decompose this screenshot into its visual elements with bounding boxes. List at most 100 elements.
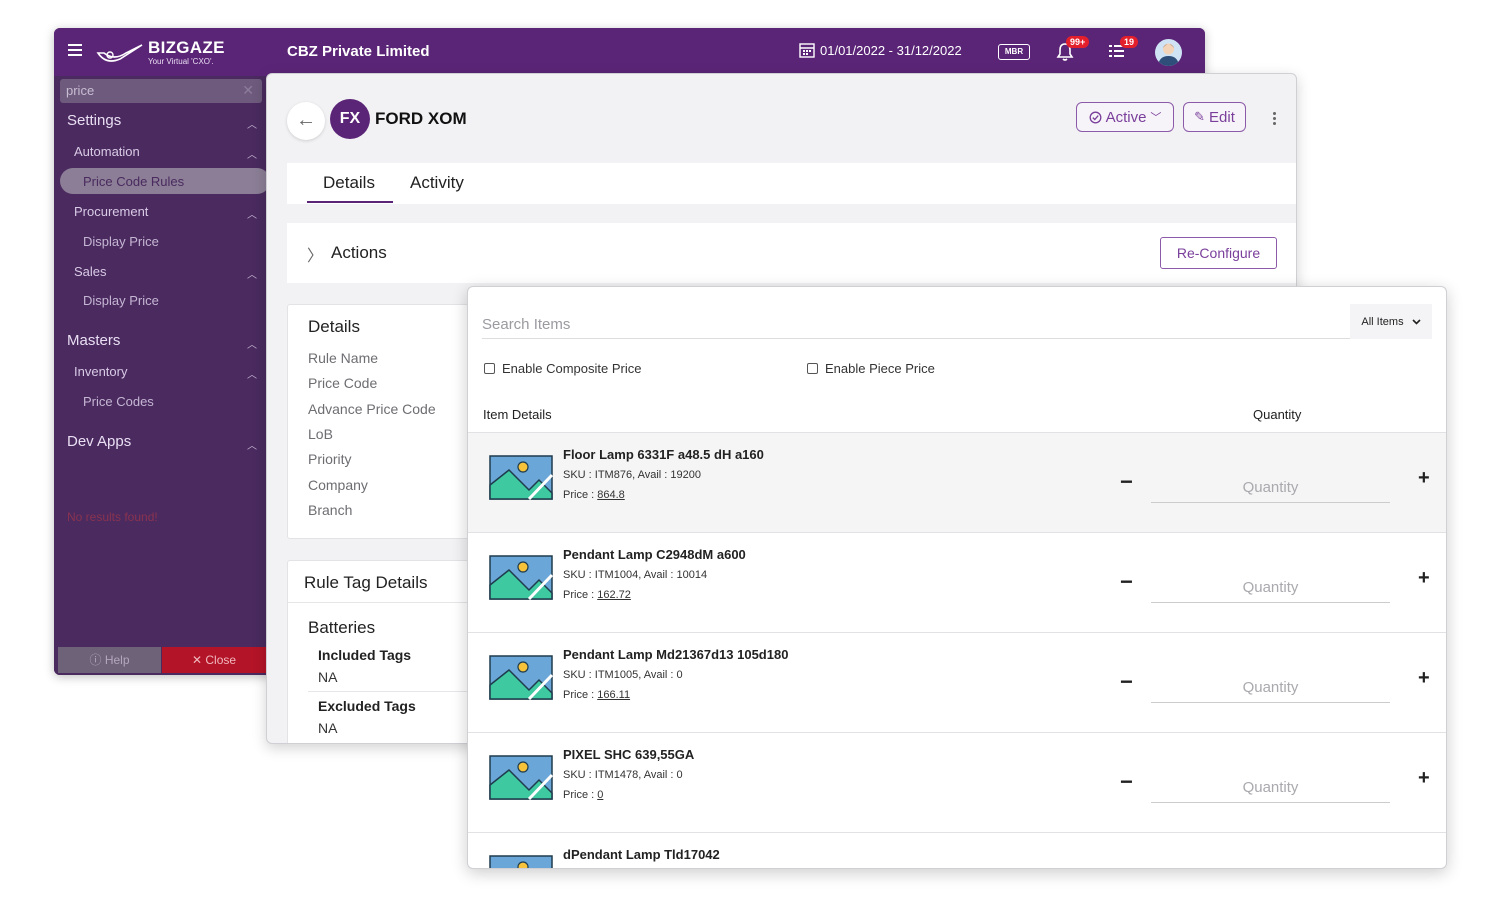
user-avatar-icon	[1158, 43, 1179, 66]
increment-button[interactable]: +	[1418, 567, 1430, 590]
piece-price-checkbox[interactable]: Enable Piece Price	[807, 361, 935, 376]
actions-section[interactable]: 〉 Actions Re-Configure	[287, 223, 1296, 283]
mbr-button[interactable]: MBR	[998, 44, 1030, 60]
sidebar-item-price-codes[interactable]: Price Codes	[83, 394, 154, 409]
sidebar-item-display-price-sales[interactable]: Display Price	[83, 293, 159, 308]
composite-price-label: Enable Composite Price	[502, 361, 642, 376]
actions-label[interactable]: Actions	[331, 243, 387, 263]
checkbox-unchecked-icon[interactable]	[484, 363, 495, 374]
hamburger-menu-icon[interactable]	[68, 44, 82, 56]
chevron-up-icon[interactable]: ︿	[247, 266, 257, 281]
item-filter-value: All Items	[1361, 315, 1404, 328]
chevron-up-icon[interactable]: ︿	[247, 336, 257, 351]
image-placeholder-icon	[489, 655, 553, 700]
quantity-input[interactable]	[1151, 473, 1390, 503]
item-price-link[interactable]: 166.11	[597, 689, 630, 701]
tab-activity[interactable]: Activity	[410, 173, 464, 193]
chevron-up-icon[interactable]: ︿	[247, 116, 257, 131]
item-price-label: Price :	[563, 689, 598, 701]
chevron-up-icon[interactable]: ︿	[247, 437, 257, 452]
bizgaze-logo: BIZGAZE Your Virtual 'CXO'.	[96, 37, 236, 67]
decrement-button[interactable]: −	[1120, 469, 1133, 495]
details-card: Details Rule Name Price Code Advance Pri…	[287, 304, 487, 539]
field-advance-price-code: Advance Price Code	[308, 401, 436, 417]
close-button[interactable]: ✕ Close	[162, 647, 266, 673]
no-results-message: No results found!	[67, 510, 158, 524]
piece-price-label: Enable Piece Price	[825, 361, 935, 376]
item-price-link[interactable]: 162.72	[597, 589, 631, 601]
composite-price-checkbox[interactable]: Enable Composite Price	[484, 361, 641, 376]
decrement-button[interactable]: −	[1120, 569, 1133, 595]
status-dropdown-button[interactable]: Active ﹀	[1076, 102, 1174, 132]
chevron-right-icon[interactable]: 〉	[307, 242, 323, 266]
sidebar-sub-automation[interactable]: Automation	[74, 144, 140, 159]
field-rule-name: Rule Name	[308, 350, 379, 366]
check-circle-icon	[1089, 111, 1102, 123]
item-price-label: Price :	[563, 589, 598, 601]
decrement-button[interactable]: −	[1120, 769, 1133, 795]
sidebar-item-price-code-rules[interactable]: Price Code Rules	[83, 174, 184, 189]
search-items-input[interactable]	[482, 311, 1350, 339]
sidebar-sub-sales[interactable]: Sales	[74, 264, 107, 279]
more-options-icon[interactable]	[1273, 112, 1277, 127]
reconfigure-button[interactable]: Re-Configure	[1160, 237, 1277, 269]
quantity-input[interactable]	[1151, 773, 1390, 803]
calendar-icon	[799, 43, 815, 58]
back-arrow-icon[interactable]: ←	[287, 102, 325, 140]
close-label: Close	[205, 653, 237, 667]
tab-details[interactable]: Details	[323, 173, 375, 193]
item-name: Floor Lamp 6331F a48.5 dH a160	[563, 447, 764, 462]
clear-search-icon[interactable]: ✕	[242, 82, 254, 99]
sidebar-sub-inventory[interactable]: Inventory	[74, 364, 127, 379]
field-company: Company	[308, 477, 368, 493]
item-row[interactable]: PIXEL SHC 639,55GA SKU : ITM1478, Avail …	[468, 732, 1446, 832]
item-name: PIXEL SHC 639,55GA	[563, 747, 695, 762]
field-branch: Branch	[308, 502, 353, 518]
item-price-link[interactable]: 0	[597, 789, 603, 801]
item-row[interactable]: Floor Lamp 6331F a48.5 dH a160 SKU : ITM…	[468, 432, 1446, 532]
chevron-down-icon: ﹀	[1150, 112, 1162, 124]
chevron-down-icon	[1412, 318, 1421, 325]
tasks-count-badge: 19	[1120, 36, 1139, 48]
item-row[interactable]: Pendant Lamp C2948dM a600 SKU : ITM1004,…	[468, 532, 1446, 632]
chevron-up-icon[interactable]: ︿	[247, 206, 257, 221]
increment-button[interactable]: +	[1418, 667, 1430, 690]
item-sku: SKU : ITM1478, Avail : 0	[563, 769, 683, 781]
sidebar-sub-procurement[interactable]: Procurement	[74, 204, 148, 219]
user-avatar[interactable]	[1155, 39, 1182, 66]
item-row[interactable]: dPendant Lamp Tld17042	[468, 832, 1446, 868]
sidebar-group-masters[interactable]: Masters	[67, 332, 120, 349]
record-tabs: Details Activity	[287, 163, 1296, 204]
brand-name: BIZGAZE	[148, 38, 225, 57]
notifications-button[interactable]: 99+	[1056, 36, 1090, 67]
sidebar-search-input[interactable]: price ✕	[60, 79, 262, 103]
sidebar-item-display-price[interactable]: Display Price	[83, 234, 159, 249]
quantity-input[interactable]	[1151, 673, 1390, 703]
item-sku: SKU : ITM1005, Avail : 0	[563, 669, 683, 681]
sidebar-group-settings[interactable]: Settings	[67, 112, 121, 129]
date-range-picker[interactable]: 01/01/2022 - 31/12/2022	[799, 42, 962, 58]
record-title: FORD XOM	[375, 109, 467, 128]
image-placeholder-icon	[489, 555, 553, 600]
quantity-input[interactable]	[1151, 573, 1390, 603]
increment-button[interactable]: +	[1418, 467, 1430, 490]
item-price: Price : 0	[563, 789, 603, 801]
help-icon: ⓘ	[89, 653, 102, 667]
increment-button[interactable]: +	[1418, 767, 1430, 790]
tasks-button[interactable]: 19	[1108, 36, 1139, 65]
item-price-link[interactable]: 864.8	[597, 489, 625, 501]
item-sku: SKU : ITM1004, Avail : 10014	[563, 569, 708, 581]
rule-tag-card: Rule Tag Details Batteries Included Tags…	[287, 560, 488, 743]
decrement-button[interactable]: −	[1120, 669, 1133, 695]
help-button[interactable]: ⓘ Help	[58, 647, 161, 673]
chevron-up-icon[interactable]: ︿	[247, 366, 257, 381]
pencil-icon: ✎	[1194, 109, 1206, 124]
sidebar-group-dev-apps[interactable]: Dev Apps	[67, 433, 131, 450]
company-name[interactable]: CBZ Private Limited	[287, 43, 430, 60]
item-price: Price : 166.11	[563, 689, 630, 701]
edit-button[interactable]: ✎ Edit	[1183, 102, 1246, 132]
chevron-up-icon[interactable]: ︿	[247, 146, 257, 161]
checkbox-unchecked-icon[interactable]	[807, 363, 818, 374]
item-filter-select[interactable]: All Items	[1350, 304, 1432, 339]
item-row[interactable]: Pendant Lamp Md21367d13 105d180 SKU : IT…	[468, 632, 1446, 732]
